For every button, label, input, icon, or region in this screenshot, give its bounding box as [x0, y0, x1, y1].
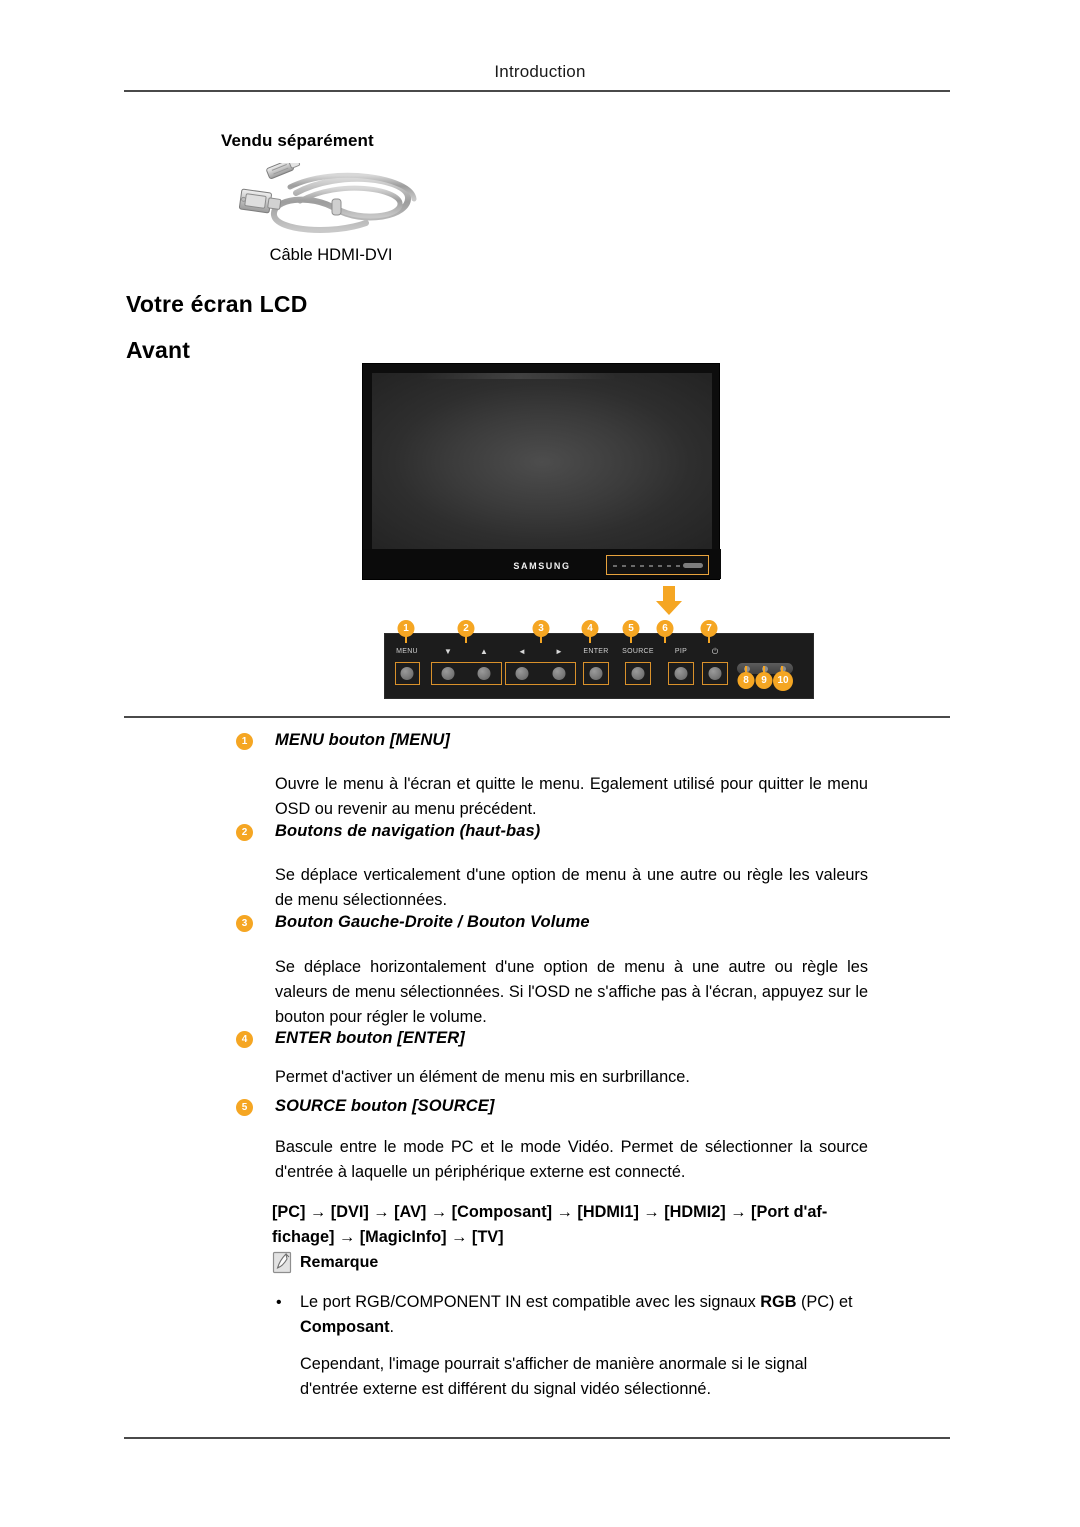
document-page: Introduction Vendu séparément Câble HDMI…	[0, 0, 1080, 1527]
item-number-1: 1	[236, 733, 253, 750]
callout-5: 5	[622, 620, 640, 637]
panel-label-left: ◄	[518, 647, 526, 656]
item-title-3: Bouton Gauche-Droite / Bouton Volume	[275, 913, 590, 931]
lcd-monitor-figure: SAMSUNG	[362, 363, 721, 580]
note-bullet-text: Le port RGB/COMPONENT IN est compatible …	[300, 1293, 853, 1336]
panel-label-enter: ENTER	[583, 648, 609, 655]
callout-7: 7	[700, 620, 718, 637]
header-rule	[124, 90, 950, 92]
monitor-bottom-bezel: SAMSUNG	[363, 549, 721, 579]
panel-label-menu: MENU	[396, 648, 418, 655]
panel-button-pip[interactable]	[674, 667, 688, 680]
item-number-5: 5	[236, 1099, 253, 1116]
callout-3: 3	[532, 620, 550, 637]
panel-button-menu[interactable]	[400, 667, 414, 680]
item-title-1: MENU bouton [MENU]	[275, 731, 451, 749]
hdmi-dvi-cable-icon	[236, 158, 426, 241]
panel-button-left[interactable]	[515, 667, 529, 680]
callout-1: 1	[397, 620, 415, 637]
item-body-3: Se déplace horizontalement d'une option …	[275, 958, 868, 1026]
footer-rule	[124, 1437, 950, 1439]
item-body-1: Ouvre le menu à l'écran et quitte le men…	[275, 775, 868, 818]
item-body-4: Permet d'activer un élément de menu mis …	[275, 1068, 690, 1086]
panel-label-right: ►	[555, 647, 563, 656]
callout-6: 6	[656, 620, 674, 637]
source-chain-line-1: [PC] → [DVI] → [AV] → [Composant] → [HDM…	[272, 1203, 828, 1221]
panel-button-source[interactable]	[631, 667, 645, 680]
panel-label-power: ⏻	[711, 647, 719, 656]
source-chain-line-2: fichage] → [MagicInfo] → [TV]	[272, 1228, 504, 1246]
item-title-4: ENTER bouton [ENTER]	[275, 1029, 465, 1047]
panel-button-up[interactable]	[477, 667, 491, 680]
callout-4: 4	[581, 620, 599, 637]
monitor-screen	[372, 373, 712, 551]
callout-10: 10	[773, 671, 793, 691]
sold-separately-heading: Vendu séparément	[221, 131, 374, 150]
callout-8: 8	[737, 672, 755, 689]
panel-label-up: ▲	[480, 647, 488, 656]
item-title-2: Boutons de navigation (haut-bas)	[275, 822, 541, 840]
item-number-4: 4	[236, 1031, 253, 1048]
down-arrow-icon	[652, 584, 686, 618]
mini-sensor-strip	[683, 563, 703, 568]
page-header-title: Introduction	[494, 62, 586, 81]
panel-button-down[interactable]	[441, 667, 455, 680]
section-rule	[124, 716, 950, 718]
panel-button-right[interactable]	[552, 667, 566, 680]
item-title-5: SOURCE bouton [SOURCE]	[275, 1097, 495, 1115]
item-number-3: 3	[236, 915, 253, 932]
panel-button-enter[interactable]	[589, 667, 603, 680]
cable-caption: Câble HDMI-DVI	[269, 246, 393, 264]
note-bullet-marker: •	[276, 1294, 282, 1311]
control-panel-highlight-box	[606, 555, 709, 575]
heading-avant: Avant	[126, 337, 191, 363]
note-pencil-icon	[272, 1251, 294, 1275]
control-panel-detail: MENU ▼ ▲ ◄ ► ENTER SOURCE PIP ⏻	[384, 633, 814, 699]
callout-2: 2	[457, 620, 475, 637]
panel-button-power[interactable]	[708, 667, 722, 680]
note-paragraph: Cependant, l'image pourrait s'afficher d…	[300, 1355, 808, 1398]
callout-9: 9	[755, 672, 773, 689]
item-body-5: Bascule entre le mode PC et le mode Vidé…	[275, 1138, 868, 1181]
note-label: Remarque	[300, 1254, 379, 1271]
panel-label-pip: PIP	[674, 648, 688, 655]
mini-button-labels	[613, 565, 681, 567]
heading-votre-ecran-lcd: Votre écran LCD	[126, 291, 308, 317]
panel-label-down: ▼	[444, 647, 452, 656]
panel-label-source: SOURCE	[622, 648, 654, 655]
item-number-2: 2	[236, 824, 253, 841]
item-body-2: Se déplace verticalement d'une option de…	[275, 866, 868, 909]
